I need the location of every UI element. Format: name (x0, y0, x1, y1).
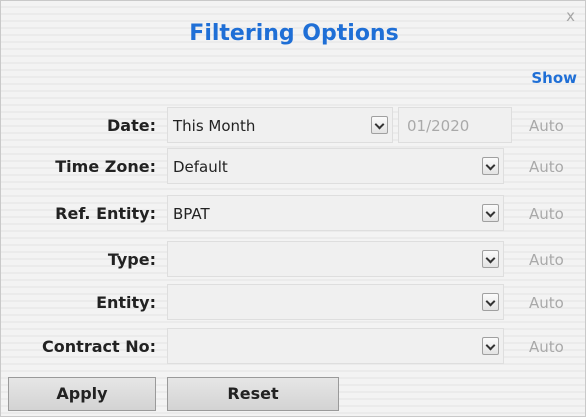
time-zone-select[interactable]: Default (167, 148, 504, 184)
date-label: Date: (107, 116, 156, 135)
date-select[interactable]: This Month (167, 107, 393, 143)
dialog-title: Filtering Options (189, 21, 399, 46)
ref-entity-label: Ref. Entity: (55, 204, 156, 223)
time-zone-auto-button[interactable]: Auto (529, 158, 564, 176)
filtering-options-dialog: Filtering Options x Show Date: This Mont… (0, 0, 586, 417)
date-auto-button[interactable]: Auto (529, 117, 564, 135)
chevron-down-icon[interactable] (482, 157, 499, 175)
chevron-down-icon[interactable] (371, 116, 388, 134)
filter-row-type: Type: Auto (1, 241, 585, 277)
chevron-down-icon[interactable] (482, 204, 499, 222)
ref-entity-auto-button[interactable]: Auto (529, 205, 564, 223)
reset-button[interactable]: Reset (167, 377, 339, 411)
entity-label: Entity: (96, 293, 156, 312)
close-icon[interactable]: x (566, 7, 575, 25)
type-select[interactable] (167, 241, 504, 277)
chevron-down-icon[interactable] (482, 337, 499, 355)
date-input[interactable]: 01/2020 (398, 107, 512, 143)
date-select-value: This Month (173, 117, 256, 135)
time-zone-label: Time Zone: (55, 157, 156, 176)
filter-row-contract-no: Contract No: Auto (1, 328, 585, 364)
ref-entity-select[interactable]: BPAT (167, 195, 504, 231)
chevron-down-icon[interactable] (482, 293, 499, 311)
chevron-down-icon[interactable] (482, 250, 499, 268)
filter-row-ref-entity: Ref. Entity: BPAT Auto (1, 195, 585, 231)
type-label: Type: (107, 250, 156, 269)
apply-button[interactable]: Apply (8, 377, 156, 411)
filter-row-time-zone: Time Zone: Default Auto (1, 148, 585, 184)
time-zone-select-value: Default (173, 158, 228, 176)
show-link[interactable]: Show (531, 69, 577, 87)
type-auto-button[interactable]: Auto (529, 251, 564, 269)
filter-row-date: Date: This Month 01/2020 Auto (1, 107, 585, 143)
date-input-value: 01/2020 (407, 117, 470, 135)
contract-no-auto-button[interactable]: Auto (529, 338, 564, 356)
entity-select[interactable] (167, 284, 504, 320)
contract-no-select[interactable] (167, 328, 504, 364)
contract-no-label: Contract No: (42, 337, 156, 356)
filter-row-entity: Entity: Auto (1, 284, 585, 320)
ref-entity-select-value: BPAT (173, 205, 210, 223)
entity-auto-button[interactable]: Auto (529, 294, 564, 312)
